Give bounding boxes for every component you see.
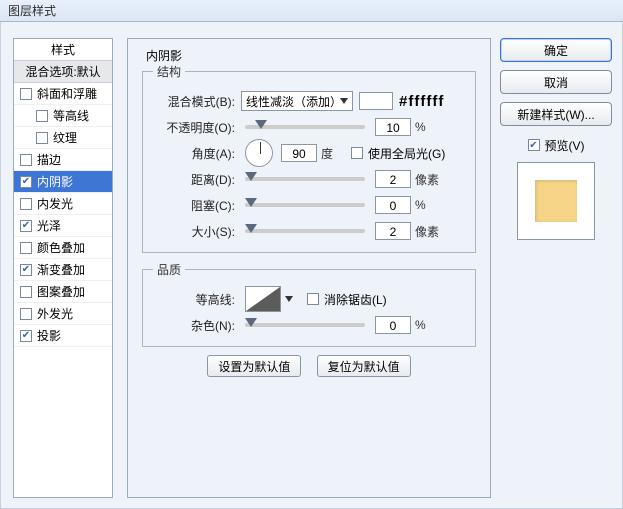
color-swatch[interactable]: [359, 92, 393, 110]
angle-dial[interactable]: [245, 139, 273, 167]
preview-swatch: [535, 180, 577, 222]
structure-legend: 结构: [153, 63, 185, 80]
noise-unit: %: [415, 318, 445, 332]
style-label: 光泽: [37, 217, 112, 234]
preview-label: 预览(V): [545, 137, 585, 154]
reset-default-button[interactable]: 复位为默认值: [317, 355, 411, 377]
style-row-6[interactable]: 光泽: [14, 215, 112, 237]
structure-group: 结构 混合模式(B): 线性减淡（添加） #ffffff 不透明度(O): 10…: [142, 63, 476, 253]
style-row-10[interactable]: 外发光: [14, 303, 112, 325]
preview-box: [517, 162, 595, 240]
styles-header[interactable]: 样式: [14, 39, 112, 61]
choke-label: 阻塞(C):: [153, 197, 241, 214]
style-checkbox[interactable]: [20, 220, 32, 232]
newstyle-button[interactable]: 新建样式(W)...: [500, 102, 612, 126]
style-label: 内阴影: [37, 173, 112, 190]
dialog-body: 样式 混合选项:默认 斜面和浮雕等高线纹理描边内阴影内发光光泽颜色叠加渐变叠加图…: [0, 22, 623, 509]
size-label: 大小(S):: [153, 223, 241, 240]
distance-value[interactable]: 2: [375, 170, 411, 188]
chevron-down-icon: [340, 98, 348, 104]
style-checkbox[interactable]: [36, 132, 48, 144]
style-row-9[interactable]: 图案叠加: [14, 281, 112, 303]
style-row-0[interactable]: 斜面和浮雕: [14, 83, 112, 105]
blendmode-select[interactable]: 线性减淡（添加）: [241, 91, 353, 111]
ok-button[interactable]: 确定: [500, 38, 612, 62]
choke-value[interactable]: 0: [375, 196, 411, 214]
style-label: 斜面和浮雕: [37, 85, 112, 102]
style-label: 渐变叠加: [37, 261, 112, 278]
noise-label: 杂色(N):: [153, 317, 241, 334]
style-row-7[interactable]: 颜色叠加: [14, 237, 112, 259]
set-default-button[interactable]: 设置为默认值: [207, 355, 301, 377]
quality-legend: 品质: [153, 261, 185, 278]
noise-slider[interactable]: [245, 323, 365, 327]
style-checkbox[interactable]: [36, 110, 48, 122]
style-label: 图案叠加: [37, 283, 112, 300]
style-label: 投影: [37, 327, 112, 344]
style-label: 等高线: [53, 107, 112, 124]
style-row-11[interactable]: 投影: [14, 325, 112, 347]
style-row-1[interactable]: 等高线: [14, 105, 112, 127]
style-row-5[interactable]: 内发光: [14, 193, 112, 215]
style-checkbox[interactable]: [20, 308, 32, 320]
angle-label: 角度(A):: [153, 145, 241, 162]
styles-list: 斜面和浮雕等高线纹理描边内阴影内发光光泽颜色叠加渐变叠加图案叠加外发光投影: [14, 83, 112, 347]
style-row-4[interactable]: 内阴影: [14, 171, 112, 193]
style-label: 描边: [37, 151, 112, 168]
style-checkbox[interactable]: [20, 330, 32, 342]
size-slider[interactable]: [245, 229, 365, 233]
style-label: 内发光: [37, 195, 112, 212]
style-checkbox[interactable]: [20, 198, 32, 210]
style-label: 纹理: [53, 129, 112, 146]
preview-checkbox[interactable]: [528, 139, 540, 151]
style-checkbox[interactable]: [20, 176, 32, 188]
size-unit: 像素: [415, 223, 445, 240]
choke-unit: %: [415, 198, 445, 212]
globallight-label: 使用全局光(G): [368, 145, 445, 162]
style-row-2[interactable]: 纹理: [14, 127, 112, 149]
noise-value[interactable]: 0: [375, 316, 411, 334]
style-checkbox[interactable]: [20, 242, 32, 254]
opacity-unit: %: [415, 120, 445, 134]
contour-label: 等高线:: [153, 291, 241, 308]
opacity-value[interactable]: 10: [375, 118, 411, 136]
style-checkbox[interactable]: [20, 286, 32, 298]
size-value[interactable]: 2: [375, 222, 411, 240]
dialog-title: 图层样式: [0, 0, 623, 22]
distance-label: 距离(D):: [153, 171, 241, 188]
choke-slider[interactable]: [245, 203, 365, 207]
blendmode-label: 混合模式(B):: [153, 93, 241, 110]
distance-unit: 像素: [415, 171, 445, 188]
distance-slider[interactable]: [245, 177, 365, 181]
blend-options[interactable]: 混合选项:默认: [14, 61, 112, 83]
angle-unit: 度: [321, 145, 351, 162]
style-checkbox[interactable]: [20, 88, 32, 100]
opacity-label: 不透明度(O):: [153, 119, 241, 136]
right-column: 确定 取消 新建样式(W)... 预览(V): [500, 38, 612, 240]
style-checkbox[interactable]: [20, 154, 32, 166]
angle-value[interactable]: 90: [281, 144, 317, 162]
style-row-3[interactable]: 描边: [14, 149, 112, 171]
cancel-button[interactable]: 取消: [500, 70, 612, 94]
style-label: 外发光: [37, 305, 112, 322]
chevron-down-icon[interactable]: [285, 296, 293, 302]
contour-picker[interactable]: [245, 286, 281, 312]
style-checkbox[interactable]: [20, 264, 32, 276]
style-label: 颜色叠加: [37, 239, 112, 256]
antialias-checkbox[interactable]: [307, 293, 319, 305]
opacity-slider[interactable]: [245, 125, 365, 129]
options-panel: 内阴影 结构 混合模式(B): 线性减淡（添加） #ffffff 不透明度(O)…: [127, 38, 491, 498]
styles-panel: 样式 混合选项:默认 斜面和浮雕等高线纹理描边内阴影内发光光泽颜色叠加渐变叠加图…: [13, 38, 113, 498]
quality-group: 品质 等高线: 消除锯齿(L) 杂色(N): 0 %: [142, 261, 476, 347]
style-row-8[interactable]: 渐变叠加: [14, 259, 112, 281]
antialias-label: 消除锯齿(L): [324, 291, 387, 308]
color-hex: #ffffff: [399, 93, 444, 110]
globallight-checkbox[interactable]: [351, 147, 363, 159]
